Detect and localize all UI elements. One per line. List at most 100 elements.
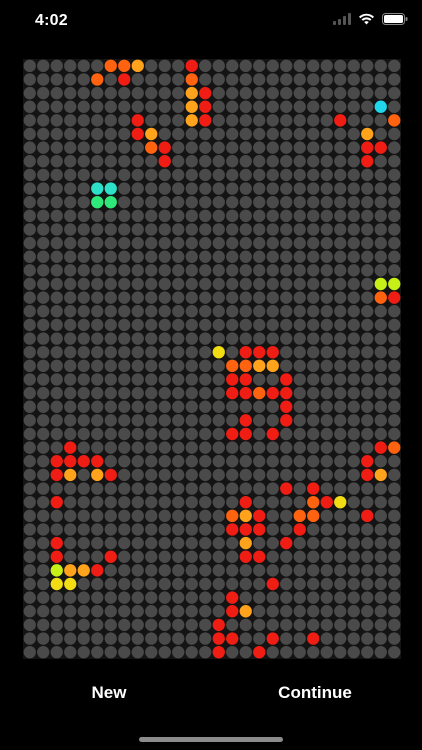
empty-cell[interactable] <box>185 332 198 345</box>
empty-cell[interactable] <box>374 400 387 413</box>
empty-cell[interactable] <box>266 305 279 318</box>
empty-cell[interactable] <box>91 155 104 168</box>
live-cell[interactable] <box>131 127 144 141</box>
empty-cell[interactable] <box>23 400 36 413</box>
empty-cell[interactable] <box>347 495 360 509</box>
empty-cell[interactable] <box>307 318 320 332</box>
empty-cell[interactable] <box>226 250 239 263</box>
empty-cell[interactable] <box>374 236 387 250</box>
empty-cell[interactable] <box>280 523 293 536</box>
live-cell[interactable] <box>266 577 279 591</box>
empty-cell[interactable] <box>77 550 90 563</box>
empty-cell[interactable] <box>37 455 50 468</box>
empty-cell[interactable] <box>64 345 77 359</box>
empty-cell[interactable] <box>307 427 320 441</box>
empty-cell[interactable] <box>293 114 306 127</box>
empty-cell[interactable] <box>307 386 320 400</box>
live-cell[interactable] <box>239 359 252 373</box>
live-cell[interactable] <box>212 618 225 632</box>
live-cell[interactable] <box>50 550 63 563</box>
empty-cell[interactable] <box>37 618 50 632</box>
empty-cell[interactable] <box>320 577 333 591</box>
live-cell[interactable] <box>64 468 77 482</box>
empty-cell[interactable] <box>347 305 360 318</box>
empty-cell[interactable] <box>293 277 306 291</box>
empty-cell[interactable] <box>266 195 279 209</box>
empty-cell[interactable] <box>172 264 185 277</box>
empty-cell[interactable] <box>185 495 198 509</box>
empty-cell[interactable] <box>361 591 374 604</box>
empty-cell[interactable] <box>145 168 158 182</box>
empty-cell[interactable] <box>158 564 171 577</box>
empty-cell[interactable] <box>374 495 387 509</box>
empty-cell[interactable] <box>104 564 117 577</box>
empty-cell[interactable] <box>145 332 158 345</box>
empty-cell[interactable] <box>388 550 401 563</box>
empty-cell[interactable] <box>172 414 185 427</box>
empty-cell[interactable] <box>172 605 185 618</box>
empty-cell[interactable] <box>104 441 117 454</box>
empty-cell[interactable] <box>104 414 117 427</box>
empty-cell[interactable] <box>307 305 320 318</box>
empty-cell[interactable] <box>158 386 171 400</box>
empty-cell[interactable] <box>77 100 90 113</box>
empty-cell[interactable] <box>104 523 117 536</box>
empty-cell[interactable] <box>388 605 401 618</box>
live-cell[interactable] <box>280 482 293 495</box>
empty-cell[interactable] <box>334 400 347 413</box>
live-cell[interactable] <box>239 345 252 359</box>
empty-cell[interactable] <box>293 168 306 182</box>
empty-cell[interactable] <box>50 400 63 413</box>
empty-cell[interactable] <box>388 141 401 154</box>
empty-cell[interactable] <box>253 318 266 332</box>
empty-cell[interactable] <box>361 250 374 263</box>
empty-cell[interactable] <box>23 509 36 523</box>
empty-cell[interactable] <box>131 564 144 577</box>
empty-cell[interactable] <box>104 209 117 223</box>
empty-cell[interactable] <box>145 441 158 454</box>
live-cell[interactable] <box>185 73 198 86</box>
live-cell[interactable] <box>50 536 63 550</box>
empty-cell[interactable] <box>37 318 50 332</box>
empty-cell[interactable] <box>172 182 185 195</box>
empty-cell[interactable] <box>347 141 360 154</box>
empty-cell[interactable] <box>374 223 387 236</box>
empty-cell[interactable] <box>239 100 252 113</box>
empty-cell[interactable] <box>361 427 374 441</box>
empty-cell[interactable] <box>50 618 63 632</box>
empty-cell[interactable] <box>145 400 158 413</box>
empty-cell[interactable] <box>388 127 401 141</box>
empty-cell[interactable] <box>172 305 185 318</box>
empty-cell[interactable] <box>388 455 401 468</box>
empty-cell[interactable] <box>212 277 225 291</box>
empty-cell[interactable] <box>145 264 158 277</box>
empty-cell[interactable] <box>212 373 225 386</box>
empty-cell[interactable] <box>307 100 320 113</box>
empty-cell[interactable] <box>388 482 401 495</box>
empty-cell[interactable] <box>185 373 198 386</box>
empty-cell[interactable] <box>145 618 158 632</box>
empty-cell[interactable] <box>199 645 212 659</box>
empty-cell[interactable] <box>50 305 63 318</box>
empty-cell[interactable] <box>388 523 401 536</box>
empty-cell[interactable] <box>172 345 185 359</box>
empty-cell[interactable] <box>77 182 90 195</box>
empty-cell[interactable] <box>91 318 104 332</box>
empty-cell[interactable] <box>307 264 320 277</box>
empty-cell[interactable] <box>320 482 333 495</box>
empty-cell[interactable] <box>239 591 252 604</box>
empty-cell[interactable] <box>280 550 293 563</box>
empty-cell[interactable] <box>266 182 279 195</box>
empty-cell[interactable] <box>91 345 104 359</box>
empty-cell[interactable] <box>145 550 158 563</box>
empty-cell[interactable] <box>374 591 387 604</box>
live-cell[interactable] <box>253 345 266 359</box>
empty-cell[interactable] <box>77 509 90 523</box>
empty-cell[interactable] <box>77 73 90 86</box>
empty-cell[interactable] <box>239 441 252 454</box>
empty-cell[interactable] <box>172 209 185 223</box>
empty-cell[interactable] <box>145 291 158 304</box>
empty-cell[interactable] <box>185 250 198 263</box>
empty-cell[interactable] <box>212 577 225 591</box>
empty-cell[interactable] <box>199 591 212 604</box>
